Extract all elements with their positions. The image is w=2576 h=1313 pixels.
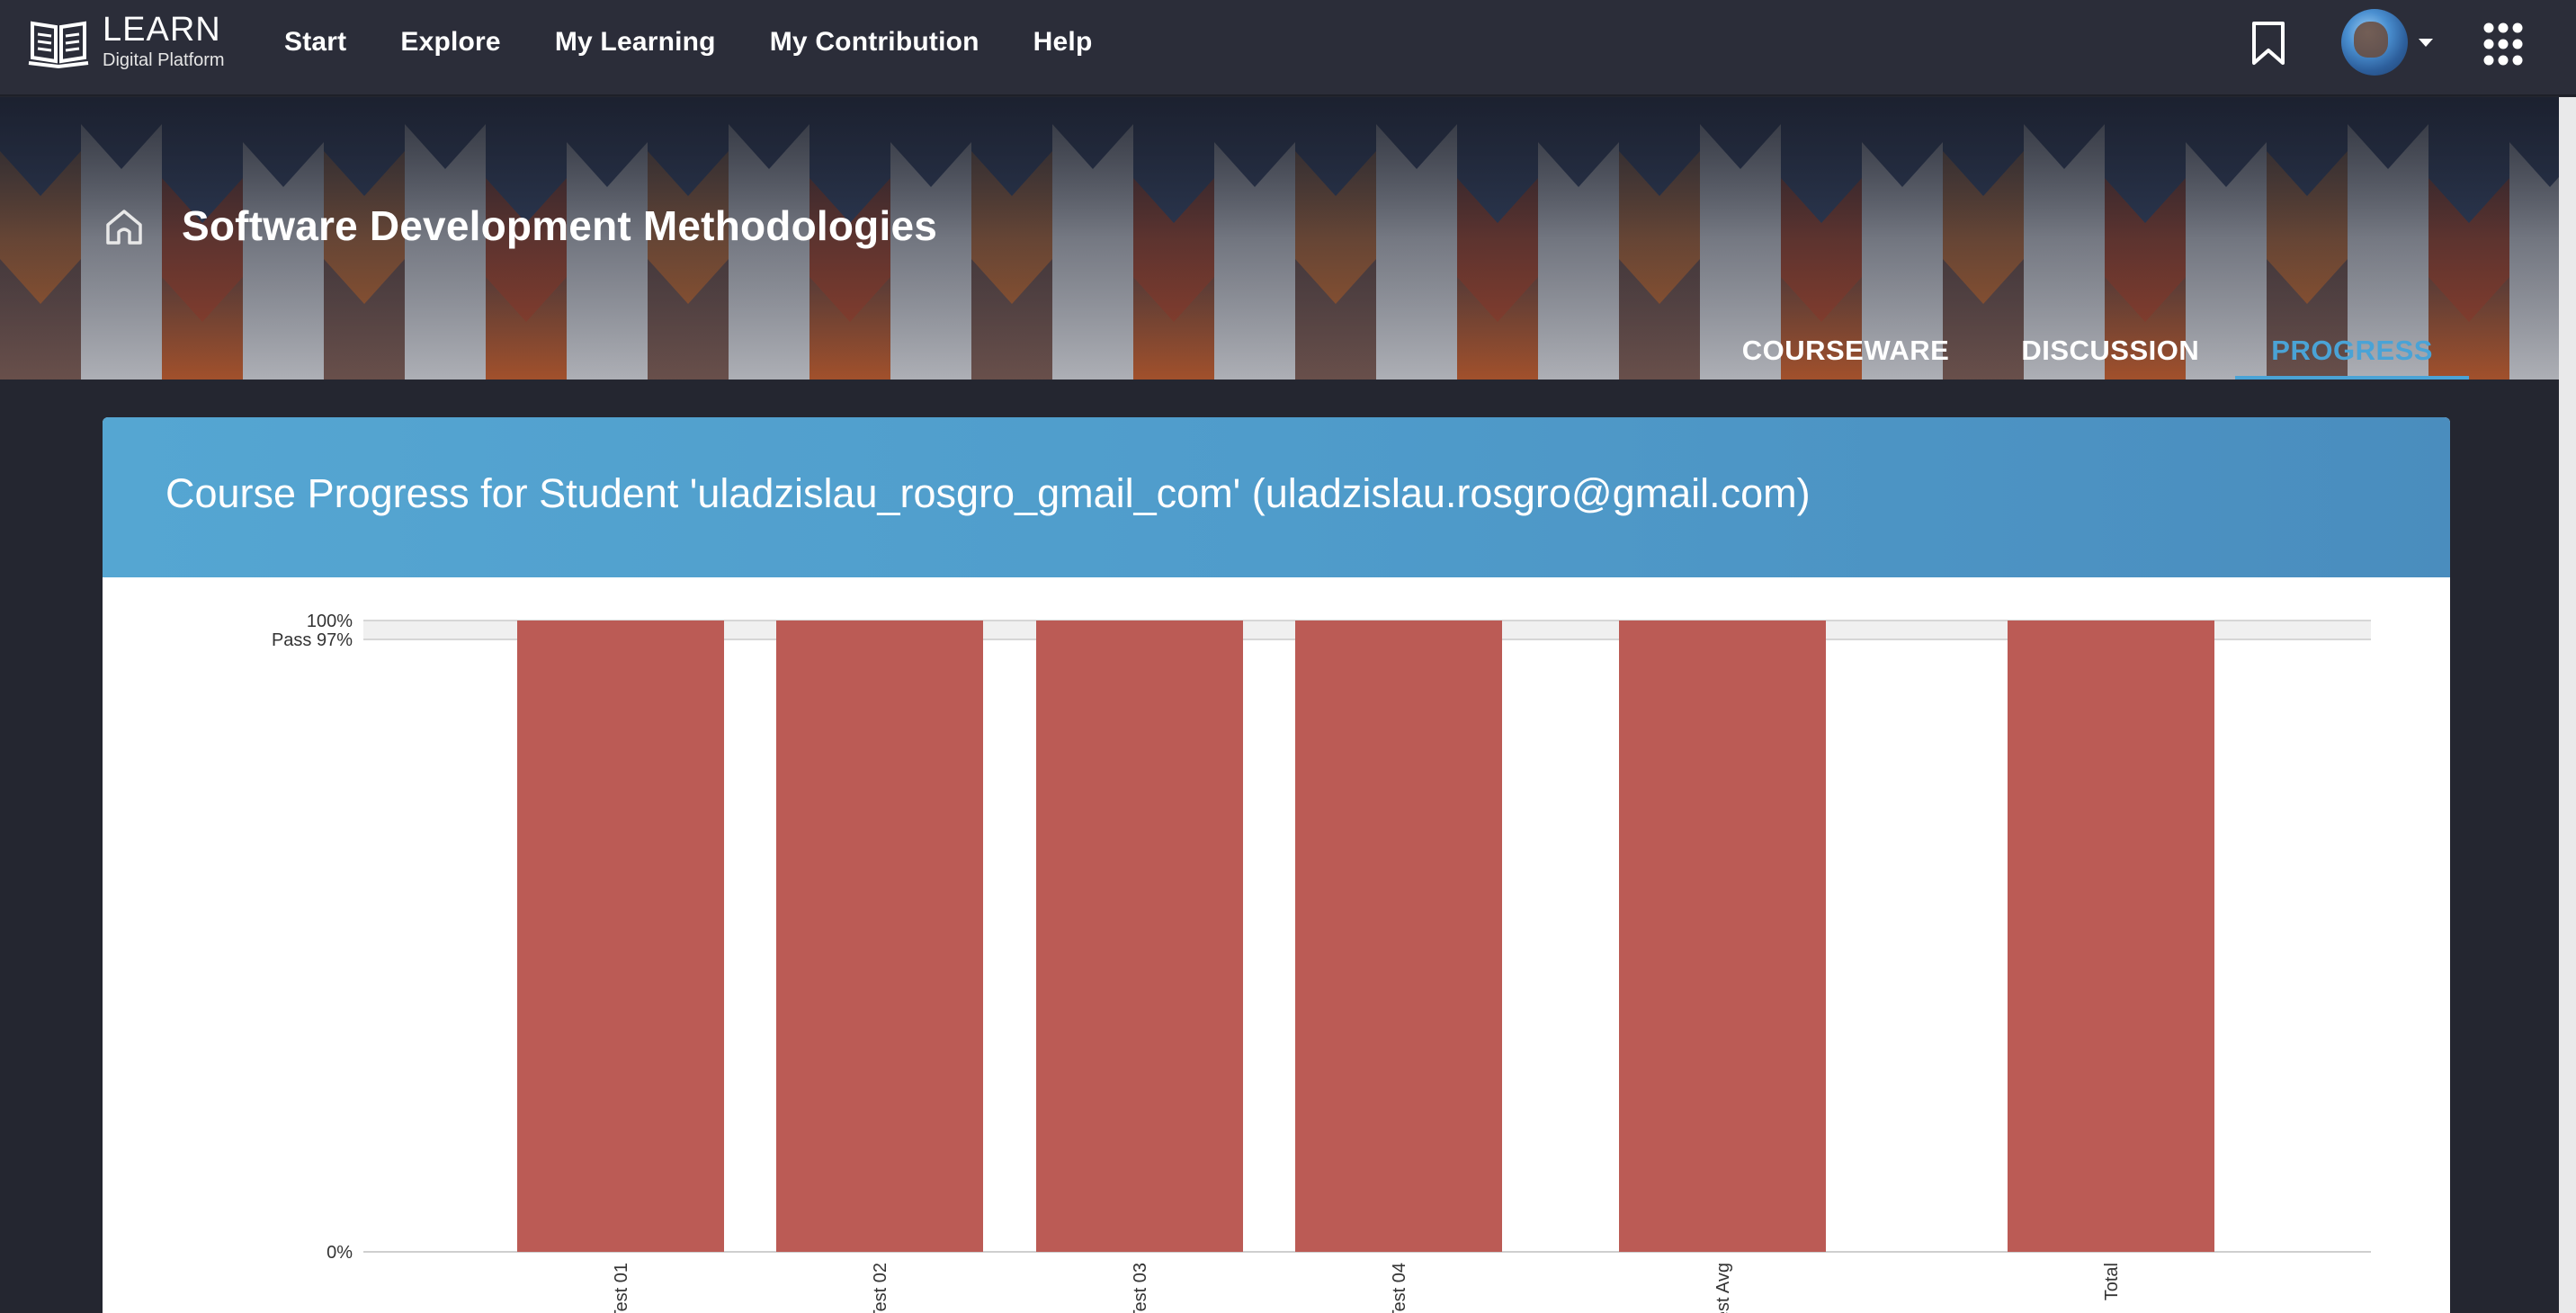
nav-start[interactable]: Start — [284, 27, 346, 58]
y-tick-label: 100% — [307, 612, 353, 631]
bar — [2008, 621, 2214, 1252]
brand-name: LEARN — [103, 11, 221, 49]
progress-card: Course Progress for Student 'uladzislau_… — [103, 417, 2450, 1313]
nav-help[interactable]: Help — [1033, 27, 1093, 58]
x-tick-label: Test Avg — [1713, 1263, 1733, 1313]
bar — [517, 621, 724, 1252]
home-icon[interactable] — [104, 207, 144, 246]
tab-discussion[interactable]: DISCUSSION — [1985, 333, 2235, 380]
tab-progress[interactable]: PROGRESS — [2235, 333, 2469, 380]
progress-card-header: Course Progress for Student 'uladzislau_… — [103, 417, 2450, 577]
main-nav: Start Explore My Learning My Contributio… — [284, 27, 1146, 58]
y-tick-label: 0% — [326, 1243, 353, 1263]
bookmark-icon[interactable] — [2249, 20, 2288, 67]
x-tick-label: Test 02 — [871, 1263, 890, 1313]
course-tabs: COURSEWARE DISCUSSION PROGRESS — [1706, 333, 2559, 380]
x-tick-label: Total — [2102, 1263, 2122, 1300]
course-hero-banner: Software Development Methodologies COURS… — [0, 97, 2559, 380]
user-menu[interactable] — [2341, 9, 2433, 76]
x-tick-label: Test 03 — [1131, 1263, 1150, 1313]
avatar[interactable] — [2341, 9, 2408, 76]
brand-home-link[interactable]: LEARN Digital Platform — [27, 11, 225, 71]
nav-explore[interactable]: Explore — [400, 27, 500, 58]
page-scrollbar[interactable] — [2559, 97, 2576, 1313]
nav-my-contribution[interactable]: My Contribution — [770, 27, 979, 58]
bar — [1036, 621, 1243, 1252]
apps-grid-icon[interactable] — [2482, 20, 2524, 68]
bar — [776, 621, 983, 1252]
top-navbar: LEARN Digital Platform Start Explore My … — [0, 0, 2576, 96]
x-tick-label: Test 04 — [1390, 1263, 1409, 1313]
bar — [1619, 621, 1826, 1252]
x-tick-label: Test 01 — [612, 1263, 631, 1313]
brand-subtitle: Digital Platform — [103, 50, 225, 70]
grade-bar-chart: 100%Pass 97% 0% Test 01 Test 02 Test 03 Test … — [272, 612, 2371, 1313]
progress-title: Course Progress for Student 'uladzislau_… — [165, 470, 1811, 516]
chevron-down-icon[interactable] — [2419, 38, 2433, 47]
course-title: Software Development Methodologies — [182, 202, 938, 249]
open-book-logo-icon — [28, 21, 89, 69]
tab-courseware[interactable]: COURSEWARE — [1706, 333, 1986, 380]
y-tick-label: Pass 97% — [272, 630, 353, 650]
nav-my-learning[interactable]: My Learning — [555, 27, 716, 58]
bar — [1295, 621, 1502, 1252]
